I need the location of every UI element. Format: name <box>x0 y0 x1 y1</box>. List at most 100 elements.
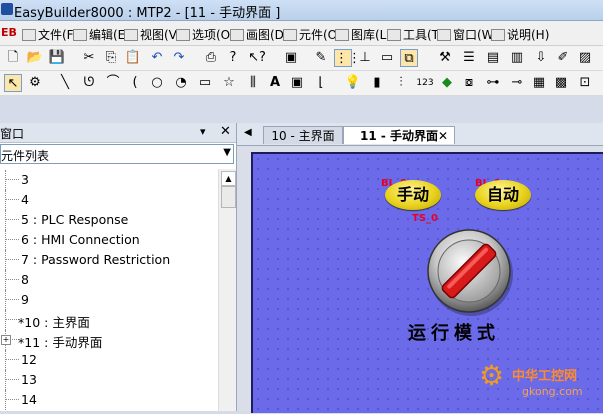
manual-button[interactable]: 手动 <box>385 180 441 210</box>
scale-icon[interactable]: ⫼ <box>244 74 262 92</box>
tree-item-expandable[interactable]: + *11 : 手动界面 <box>0 330 218 350</box>
polyline-icon[interactable]: ᘎ <box>80 74 98 92</box>
view-select[interactable]: 元件列表 ▼ <box>0 144 234 164</box>
tab-manual-screen[interactable]: 11 - 手动界面 ✕ <box>343 126 455 144</box>
grid-icon[interactable]: ⋮⋮ <box>334 49 361 67</box>
edit-icon[interactable]: ✐ <box>554 49 572 67</box>
open-folder-icon[interactable]: 📂 <box>26 49 44 67</box>
document-tabs: ◀ 10 - 主界面 11 - 手动界面 ✕ <box>237 123 603 146</box>
paste-icon[interactable]: 📋 <box>124 49 142 67</box>
site-watermark: ⚙ 中华工控网 gkong.com <box>479 359 603 414</box>
hmi-screen[interactable]: BL_0 手动 BL_1 自动 TS_0 <box>251 152 603 413</box>
watermark-en: gkong.com <box>522 385 583 398</box>
tree-item[interactable]: 13 <box>0 370 218 390</box>
menu-bar: EB 文件(F) 编辑(E) 视图(V) 选项(O) 画图(D) 元件(O) 图… <box>0 21 603 46</box>
menu-object[interactable]: 元件(O) <box>283 26 342 42</box>
tree-scrollbar[interactable]: ▲ <box>218 169 236 411</box>
align-icon[interactable]: ⊥ <box>356 49 374 67</box>
bulb-icon[interactable]: 💡 <box>344 74 362 92</box>
pie-icon[interactable]: ◔ <box>172 74 190 92</box>
menu-draw[interactable]: 画图(D) <box>230 26 289 42</box>
menu-options[interactable]: 选项(O) <box>176 26 235 42</box>
line-icon[interactable]: ╲ <box>56 74 74 92</box>
compile-icon[interactable]: ☰ <box>460 49 478 67</box>
menu-tools-icon <box>387 29 401 41</box>
switch-icon[interactable]: ⊶ <box>484 74 502 92</box>
curve-icon[interactable]: ( <box>126 74 144 92</box>
menu-view[interactable]: 视图(V) <box>124 26 182 42</box>
menu-help[interactable]: 说明(H) <box>491 26 549 42</box>
scroll-thumb[interactable] <box>221 186 236 208</box>
download-icon[interactable]: ⇩ <box>532 49 550 67</box>
star-icon[interactable]: ☆ <box>220 74 238 92</box>
panel-header: 窗口 ▾ ✕ <box>0 123 236 143</box>
selector-switch[interactable] <box>423 224 523 324</box>
picture-icon[interactable]: ▨ <box>576 49 594 67</box>
tree-item[interactable]: *10 : 主界面 <box>0 310 218 330</box>
tree-item[interactable]: 14 <box>0 390 218 410</box>
panel-title: 窗口 <box>0 127 25 141</box>
tab-main-screen[interactable]: 10 - 主界面 <box>263 126 343 144</box>
rectangle-icon[interactable]: ▭ <box>196 74 214 92</box>
diamond-icon[interactable]: ◆ <box>438 74 456 92</box>
new-file-icon[interactable]: 🗋 <box>4 49 22 67</box>
menu-library[interactable]: 图库(L) <box>335 26 391 42</box>
ascii-icon[interactable]: ▩ <box>552 74 570 92</box>
overlap-icon[interactable]: ⧉ <box>400 49 418 67</box>
help-icon[interactable]: ? <box>224 49 242 67</box>
window-icon[interactable]: ⧇ <box>460 74 478 92</box>
tab-scroll-left-icon[interactable]: ◀ <box>244 127 252 138</box>
editor-canvas: BL_0 手动 BL_1 自动 TS_0 <box>237 146 603 413</box>
tools-icon[interactable]: ⚒ <box>436 49 454 67</box>
tree-item[interactable]: 8 <box>0 270 218 290</box>
view-select-value: 元件列表 <box>1 149 50 163</box>
pen-icon[interactable]: ✎ <box>312 49 330 67</box>
circle-icon[interactable]: ○ <box>148 74 166 92</box>
menu-window[interactable]: 窗口(W) <box>437 26 498 42</box>
picture-shape-icon[interactable]: ▣ <box>288 74 306 92</box>
tree-item[interactable]: 12 <box>0 350 218 370</box>
scroll-up-icon[interactable]: ▲ <box>221 171 236 186</box>
menu-file[interactable]: 文件(F) <box>22 26 78 42</box>
menu-edit[interactable]: 编辑(E) <box>73 26 130 42</box>
offline-sim-icon[interactable]: ▤ <box>484 49 502 67</box>
context-help-icon[interactable]: ↖? <box>248 49 266 67</box>
text-icon[interactable]: A <box>266 74 284 92</box>
chevron-down-icon[interactable]: ▼ <box>223 147 231 158</box>
menu-tools[interactable]: 工具(T) <box>387 26 444 42</box>
io-icon[interactable]: ⊸ <box>508 74 526 92</box>
numeric-icon[interactable]: 123 <box>416 74 434 92</box>
slider-icon[interactable]: ⫶ <box>392 74 410 92</box>
eb-logo: EB <box>1 26 17 39</box>
tree-item[interactable]: 7 : Password Restriction <box>0 250 218 270</box>
online-sim-icon[interactable]: ▥ <box>508 49 526 67</box>
bracket-icon[interactable]: ⌊ <box>312 74 330 92</box>
copy-icon[interactable]: ⎘ <box>102 49 120 67</box>
trend-icon[interactable]: ⊡ <box>576 74 594 92</box>
expand-icon[interactable]: + <box>1 335 11 345</box>
pointer-icon[interactable]: ↖ <box>4 74 22 92</box>
panel-menu-icon[interactable]: ▾ <box>200 125 206 138</box>
redo-icon[interactable]: ↷ <box>170 49 188 67</box>
menu-draw-icon <box>230 29 244 41</box>
window-tree: 3 4 5 : PLC Response 6 : HMI Connection … <box>0 170 218 411</box>
print-icon[interactable]: ⎙ <box>202 49 220 67</box>
tree-item[interactable]: 5 : PLC Response <box>0 210 218 230</box>
auto-button[interactable]: 自动 <box>475 180 531 210</box>
traffic-light-icon[interactable]: ▮ <box>368 74 386 92</box>
tree-item[interactable]: 9 <box>0 290 218 310</box>
arc-icon[interactable]: ⌒ <box>104 74 122 92</box>
tree-item[interactable]: 6 : HMI Connection <box>0 230 218 250</box>
menu-options-icon <box>176 29 190 41</box>
cut-icon[interactable]: ✂ <box>80 49 98 67</box>
property-icon[interactable]: ⚙ <box>26 74 44 92</box>
panel-close-icon[interactable]: ✕ <box>220 124 231 139</box>
meter-icon[interactable]: ▦ <box>530 74 548 92</box>
tab-close-icon[interactable]: ✕ <box>438 127 448 145</box>
frame-icon[interactable]: ▭ <box>378 49 396 67</box>
tree-item[interactable]: 4 <box>0 190 218 210</box>
undo-icon[interactable]: ↶ <box>148 49 166 67</box>
component-icon[interactable]: ▣ <box>282 49 300 67</box>
tree-item[interactable]: 3 <box>0 170 218 190</box>
save-icon[interactable]: 💾 <box>48 49 66 67</box>
